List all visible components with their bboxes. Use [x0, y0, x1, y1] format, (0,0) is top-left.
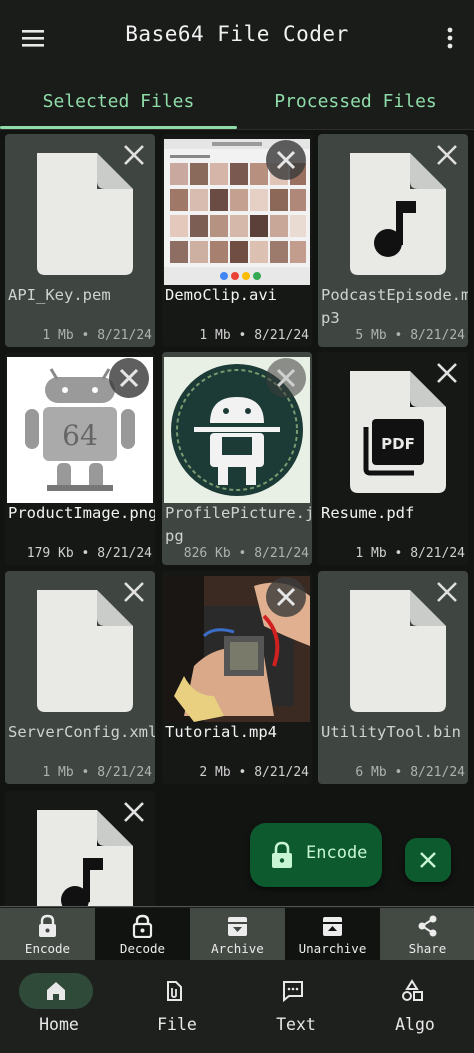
nav-item-home[interactable]: Home [0, 960, 118, 1053]
close-icon [119, 368, 139, 388]
remove-icon[interactable] [121, 799, 147, 825]
file-card[interactable]: PDF Resume.pdf 1 Mb • 8/21/24 [318, 352, 468, 565]
lock-icon [272, 841, 292, 868]
file-meta: 1 Mb • 8/21/24 [42, 328, 152, 343]
file-meta: 6 Mb • 8/21/24 [355, 765, 465, 780]
archive-action-button[interactable]: Archive [190, 908, 285, 960]
remove-icon[interactable] [434, 142, 460, 168]
nav-item-algo[interactable]: Algo [356, 960, 474, 1053]
action-label: Share [408, 941, 447, 956]
app-bar: Base64 File Coder [0, 0, 474, 76]
unlock-icon [132, 914, 153, 938]
close-icon [276, 368, 296, 388]
file-card[interactable]: ProfilePicture.jpg 826 Kb • 8/21/24 [162, 352, 312, 565]
remove-button[interactable] [266, 577, 306, 617]
more-options-icon[interactable] [444, 22, 456, 54]
decode-action-button[interactable]: Decode [95, 908, 190, 960]
file-meta: 5 Mb • 8/21/24 [355, 328, 465, 343]
remove-icon[interactable] [121, 579, 147, 605]
file-name: API_Key.pem [8, 286, 111, 304]
file-card[interactable]: API_Key.pem 1 Mb • 8/21/24 [5, 134, 155, 347]
shapes-icon [402, 979, 423, 1001]
file-name: UtilityTool.bin [321, 723, 461, 741]
remove-button[interactable] [266, 358, 306, 398]
lock-icon [39, 914, 56, 937]
bottom-navigation: Home File Text Algo [0, 960, 474, 1053]
nav-item-file[interactable]: File [118, 960, 236, 1053]
file-meta: 1 Mb • 8/21/24 [42, 765, 152, 780]
file-name: ServerConfig.xml [8, 723, 155, 741]
file-name: ProductImage.png [8, 504, 155, 522]
file-meta: 826 Kb • 8/21/24 [183, 546, 309, 561]
archive-icon [228, 917, 247, 936]
svg-text:PDF: PDF [381, 435, 415, 453]
action-label: Decode [119, 941, 166, 956]
tab-selected-files[interactable]: Selected Files [0, 76, 237, 130]
svg-text:64: 64 [62, 419, 98, 452]
tab-processed-files[interactable]: Processed Files [237, 76, 474, 130]
file-meta: 1 Mb • 8/21/24 [355, 546, 465, 561]
file-name: PodcastEpisode.mp3 [321, 286, 468, 327]
unarchive-action-button[interactable]: Unarchive [285, 908, 380, 960]
file-card[interactable]: 64 ProductImage.png 179 Kb • 8/21/24 [5, 352, 155, 565]
close-icon [276, 587, 296, 607]
action-label: Unarchive [298, 941, 367, 956]
file-grid: API_Key.pem 1 Mb • 8/21/24 DemoClip.avi … [0, 130, 474, 906]
nav-label: Home [39, 1015, 79, 1034]
nav-label: File [157, 1015, 197, 1034]
file-name: ProfilePicture.jpg [165, 504, 312, 545]
file-card[interactable] [5, 791, 155, 906]
nav-label: Text [276, 1015, 316, 1034]
file-attach-icon [167, 981, 182, 1001]
close-fab[interactable] [405, 838, 451, 882]
file-name: DemoClip.avi [165, 286, 277, 304]
action-label: Encode [24, 941, 71, 956]
encode-fab-label: Encode [306, 843, 368, 863]
remove-button[interactable] [109, 358, 149, 398]
file-card[interactable]: PodcastEpisode.mp3 5 Mb • 8/21/24 [318, 134, 468, 347]
remove-icon[interactable] [121, 142, 147, 168]
nav-item-text[interactable]: Text [237, 960, 355, 1053]
file-card[interactable]: ServerConfig.xml 1 Mb • 8/21/24 [5, 571, 155, 784]
nav-label: Algo [395, 1015, 435, 1034]
close-icon [276, 150, 296, 170]
file-name: Resume.pdf [321, 504, 415, 522]
file-meta: 1 Mb • 8/21/24 [199, 328, 309, 343]
app-title: Base64 File Coder [125, 22, 349, 46]
action-bar: Encode Decode Archive Unarchive Share [0, 906, 474, 960]
encode-fab[interactable]: Encode [250, 823, 382, 887]
file-card[interactable]: Tutorial.mp4 2 Mb • 8/21/24 [162, 571, 312, 784]
remove-icon[interactable] [434, 579, 460, 605]
file-meta: 179 Kb • 8/21/24 [26, 546, 152, 561]
share-action-button[interactable]: Share [380, 908, 474, 960]
file-meta: 2 Mb • 8/21/24 [199, 765, 309, 780]
share-icon [418, 915, 437, 937]
file-card[interactable]: UtilityTool.bin 6 Mb • 8/21/24 [318, 571, 468, 784]
text-bubble-icon [283, 981, 303, 1003]
unarchive-icon [323, 917, 342, 936]
tab-bar: Selected Files Processed Files [0, 76, 474, 130]
home-icon [47, 982, 65, 1000]
action-label: Archive [211, 941, 264, 956]
file-name: Tutorial.mp4 [165, 723, 277, 741]
file-card[interactable]: DemoClip.avi 1 Mb • 8/21/24 [162, 134, 312, 347]
remove-icon[interactable] [434, 360, 460, 386]
remove-button[interactable] [266, 140, 306, 180]
encode-action-button[interactable]: Encode [0, 908, 95, 960]
close-icon [420, 852, 436, 868]
